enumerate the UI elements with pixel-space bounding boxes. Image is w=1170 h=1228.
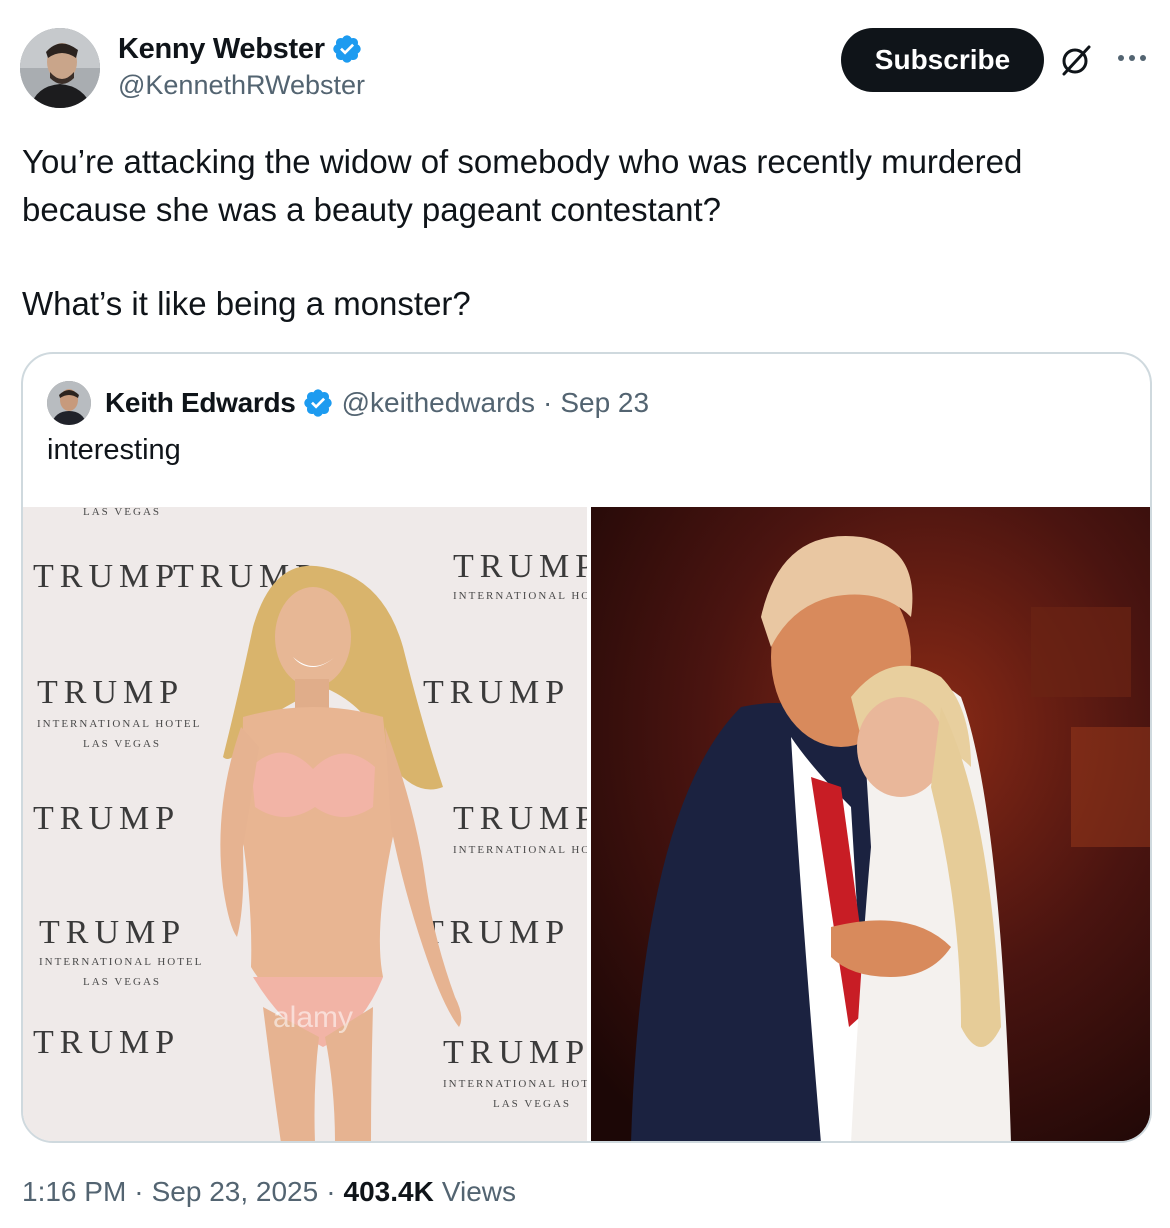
views-label: Views <box>441 1176 517 1207</box>
hug-photo <box>591 507 1150 1141</box>
tweet-text-line: What’s it like being a monster? <box>22 285 471 322</box>
pageant-photo: TRUMP TRUMP TRUMP TRUMP TRUMP TRUMP TRUM… <box>23 507 587 1141</box>
backdrop-sub-text: INTERNATIONAL HOTEL <box>39 956 203 968</box>
backdrop-logo-text: TRUMP <box>443 1034 587 1071</box>
quoted-handle[interactable]: @keithedwards <box>342 387 535 419</box>
backdrop-sub-text: LAS VEGAS <box>83 976 161 988</box>
backdrop-logo-text: TRUMP <box>453 800 587 837</box>
quoted-display-name[interactable]: Keith Edwards <box>105 387 296 419</box>
backdrop-sub-text: INTERNATIONAL HOTEL <box>37 718 201 730</box>
display-name[interactable]: Kenny Webster <box>118 33 325 66</box>
avatar-photo <box>20 28 100 108</box>
avatar[interactable] <box>20 28 100 108</box>
meta-separator: · <box>543 387 553 418</box>
meta-separator: · <box>326 1176 336 1207</box>
more-dot <box>1140 55 1146 61</box>
tweet-text-line: You’re attacking the widow of somebody w… <box>22 143 1023 228</box>
tweet-text: You’re attacking the widow of somebody w… <box>22 138 1142 328</box>
quoted-tweet-header: Keith Edwards @keithedwards · Sep 23 <box>47 380 649 426</box>
tweet-footer: 1:16 PM · Sep 23, 2025 · 403.4K Views <box>22 1176 516 1208</box>
more-icon[interactable] <box>1114 48 1150 68</box>
verified-badge-icon[interactable] <box>331 33 363 65</box>
backdrop-sub-text: INTERNATIONAL HOTEL <box>453 590 587 602</box>
watermark-text: alamy <box>273 1001 353 1034</box>
quoted-tweet[interactable]: Keith Edwards @keithedwards · Sep 23 int… <box>21 352 1152 1143</box>
verified-badge-icon[interactable] <box>302 387 334 419</box>
tweet-date[interactable]: Sep 23, 2025 <box>152 1176 319 1208</box>
quoted-date[interactable]: Sep 23 <box>560 387 649 419</box>
backdrop-logo-text: TRUMP <box>453 548 587 585</box>
meta-separator: · <box>134 1176 144 1207</box>
backdrop-logo-text: TRUMP <box>423 674 570 711</box>
backdrop-logo-text: TRUMP <box>33 1024 180 1061</box>
quoted-tweet-text: interesting <box>47 434 181 466</box>
tweet-header: Kenny Webster @KennethRWebster Subscribe <box>20 28 1150 110</box>
more-dot <box>1118 55 1124 61</box>
quoted-avatar-photo <box>47 381 91 425</box>
views-count[interactable]: 403.4K <box>344 1176 434 1208</box>
backdrop-sub-text: INTERNATIONAL HOTEL <box>443 1078 587 1090</box>
user-handle[interactable]: @KennethRWebster <box>118 70 365 101</box>
backdrop-sub-text: LAS VEGAS <box>83 738 161 750</box>
backdrop-sub-text: LAS VEGAS <box>493 1098 571 1110</box>
backdrop-sub-text: LAS VEGAS <box>83 507 161 518</box>
quoted-avatar[interactable] <box>47 381 91 425</box>
quoted-image-right[interactable] <box>591 507 1150 1141</box>
backdrop-sub-text: INTERNATIONAL HOTEL <box>453 844 587 856</box>
grok-icon[interactable] <box>1058 42 1094 78</box>
backdrop-logo-text: TRUMP <box>37 674 184 711</box>
backdrop-logo-text: TRUMP <box>423 914 570 951</box>
quoted-image-left[interactable]: TRUMP TRUMP TRUMP TRUMP TRUMP TRUMP TRUM… <box>23 507 587 1141</box>
more-dot <box>1129 55 1135 61</box>
backdrop-logo-text: TRUMP <box>39 914 186 951</box>
backdrop-logo-text: TRUMP <box>33 558 180 595</box>
subscribe-button[interactable]: Subscribe <box>841 28 1044 92</box>
backdrop-logo-text: TRUMP <box>33 800 180 837</box>
tweet-time[interactable]: 1:16 PM <box>22 1176 126 1208</box>
